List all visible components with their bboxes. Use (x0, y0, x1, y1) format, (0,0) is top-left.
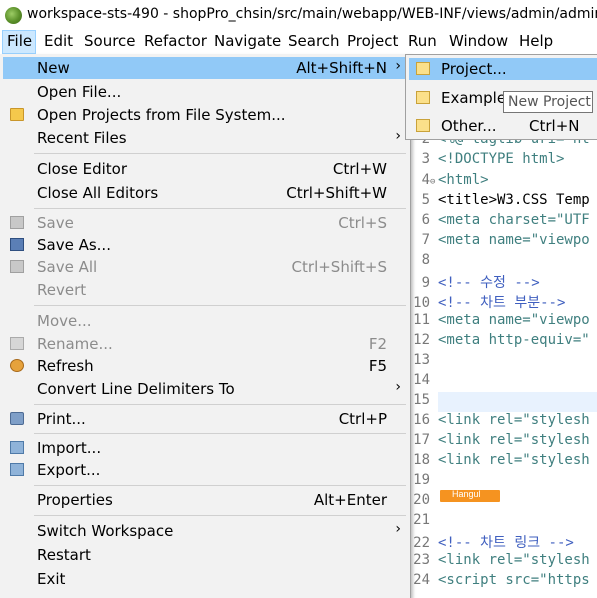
menu-refactor[interactable]: Refactor (144, 30, 207, 54)
menu-item-close-all-editors[interactable]: Close All Editors Ctrl+Shift+W (3, 182, 406, 204)
menu-item-rename[interactable]: Rename... F2 (3, 333, 406, 355)
import-icon (10, 441, 24, 454)
menu-item-convert-line-delimiters[interactable]: Convert Line Delimiters To › (3, 378, 406, 400)
code-line: 14 (413, 372, 430, 388)
code-line: 5 <title>W3.CSS Temp (421, 192, 590, 208)
code-line: 13 (413, 352, 430, 368)
submenu-item-project[interactable]: Project... (409, 58, 597, 80)
menu-item-import[interactable]: Import... (3, 437, 406, 459)
chevron-right-icon: › (395, 379, 401, 395)
menu-item-open-file[interactable]: Open File... (3, 81, 406, 103)
menu-item-save[interactable]: Save Ctrl+S (3, 212, 406, 234)
code-line: 15 (413, 392, 430, 408)
ime-hangul-badge: Hangul (440, 489, 500, 502)
code-editor[interactable]: 2<%@ taglib uri="ht 3<!DOCTYPE html> 4⊖<… (410, 131, 597, 598)
menu-search[interactable]: Search (288, 30, 340, 54)
code-line: 7 <meta name="viewpo (421, 232, 590, 248)
folder-icon (10, 108, 24, 121)
save-all-icon (10, 260, 24, 273)
menu-item-close-editor[interactable]: Close Editor Ctrl+W (3, 158, 406, 180)
menu-item-print[interactable]: Print... Ctrl+P (3, 408, 406, 430)
menu-item-save-all[interactable]: Save All Ctrl+Shift+S (3, 256, 406, 278)
menu-project[interactable]: Project (347, 30, 398, 54)
code-line: 16 <link rel="stylesh (413, 412, 590, 428)
menu-item-save-as[interactable]: Save As... (3, 234, 406, 256)
refresh-icon (10, 359, 24, 372)
code-line: 23 <link rel="stylesh (413, 552, 590, 568)
menu-file[interactable]: File (2, 30, 36, 54)
menu-window[interactable]: Window (449, 30, 508, 54)
example-icon (416, 91, 430, 104)
file-menu-dropdown: New Alt+Shift+N › Open File... Open Proj… (0, 54, 411, 598)
code-line: 21 (413, 512, 430, 528)
menu-item-exit[interactable]: Exit (3, 568, 406, 590)
menu-item-move[interactable]: Move... (3, 310, 406, 332)
code-line: 17 <link rel="stylesh (413, 432, 590, 448)
separator (34, 515, 406, 516)
code-line: 19 (413, 472, 430, 488)
title-bar: workspace-sts-490 - shopPro_chsin/src/ma… (0, 0, 597, 30)
printer-icon (10, 412, 24, 425)
menu-run[interactable]: Run (408, 30, 437, 54)
menu-item-export[interactable]: Export... (3, 459, 406, 481)
menu-item-switch-workspace[interactable]: Switch Workspace › (3, 520, 406, 542)
code-line: 3 <!DOCTYPE html> (421, 151, 565, 167)
sts-app-icon (5, 7, 22, 24)
code-line: 18 <link rel="stylesh (413, 452, 590, 468)
new-wizard-icon (416, 119, 430, 132)
chevron-right-icon: › (395, 128, 401, 144)
code-line: 9 <!-- 수정 --> (421, 275, 540, 291)
chevron-right-icon: › (395, 521, 401, 537)
code-line: 8 (421, 252, 430, 268)
code-line: 6 <meta charset="UTF (421, 212, 590, 228)
menu-item-open-projects[interactable]: Open Projects from File System... (3, 104, 406, 126)
code-line: 4⊖ <html> (421, 172, 489, 188)
fold-icon: ⊖ (430, 177, 436, 187)
separator (34, 485, 406, 486)
code-line: 10 <!-- 차트 부분--> (413, 295, 566, 311)
new-project-icon (416, 62, 430, 75)
code-line: 24 <script src="https (413, 572, 590, 588)
submenu-item-other[interactable]: Other... Ctrl+N (409, 115, 597, 137)
rename-icon (10, 337, 24, 350)
separator (34, 208, 406, 209)
separator (34, 153, 406, 154)
menu-item-new[interactable]: New Alt+Shift+N › (3, 57, 406, 79)
menu-navigate[interactable]: Navigate (214, 30, 281, 54)
menu-item-revert[interactable]: Revert (3, 279, 406, 301)
menu-source[interactable]: Source (84, 30, 136, 54)
window-title: workspace-sts-490 - shopPro_chsin/src/ma… (27, 6, 597, 22)
save-as-icon (10, 238, 24, 251)
menu-item-restart[interactable]: Restart (3, 544, 406, 566)
separator (34, 404, 406, 405)
menu-item-properties[interactable]: Properties Alt+Enter (3, 489, 406, 511)
menu-item-refresh[interactable]: Refresh F5 (3, 355, 406, 377)
separator (34, 305, 406, 306)
export-icon (10, 463, 24, 476)
current-line-highlight (438, 392, 597, 412)
code-line: 22 <!-- 차트 링크 --> (413, 535, 574, 551)
code-line: 20 (413, 492, 430, 508)
code-line: 12 <meta http-equiv=" (413, 332, 590, 348)
menu-edit[interactable]: Edit (44, 30, 73, 54)
chevron-right-icon: › (395, 58, 401, 74)
menu-bar: File Edit Source Refactor Navigate Searc… (0, 30, 597, 55)
menu-item-recent-files[interactable]: Recent Files › (3, 127, 406, 149)
code-line: 11 <meta name="viewpo (413, 312, 590, 328)
tooltip: New Project (503, 91, 593, 113)
menu-help[interactable]: Help (519, 30, 553, 54)
save-icon (10, 216, 24, 229)
separator (34, 433, 406, 434)
